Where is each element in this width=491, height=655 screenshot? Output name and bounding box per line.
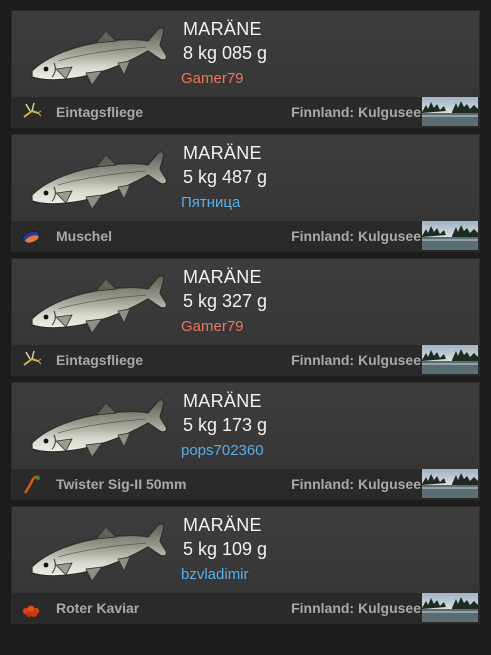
catch-card-main: MARÄNE 5 kg 173 g pops702360 xyxy=(12,383,479,469)
mayfly-icon xyxy=(23,350,42,366)
bait-name: Twister Sig-II 50mm xyxy=(56,476,187,492)
catch-list: MARÄNE 8 kg 085 g Gamer79 Eintagsfliege … xyxy=(0,0,491,655)
bait-name: Muschel xyxy=(56,228,113,244)
player-name[interactable]: bzvladimir xyxy=(181,566,249,583)
catch-card-footer: Roter Kaviar Finnland: Kulgusee xyxy=(12,593,479,623)
fish-name: MARÄNE xyxy=(183,515,262,535)
catch-card[interactable]: MARÄNE 5 kg 327 g Gamer79 Eintagsfliege … xyxy=(11,258,480,376)
fish-name: MARÄNE xyxy=(183,267,262,287)
catch-card[interactable]: MARÄNE 5 kg 173 g pops702360 Twister Sig… xyxy=(11,382,480,500)
location-name: Finnland: Kulgusee xyxy=(291,476,421,492)
fish-name: MARÄNE xyxy=(183,391,262,411)
whitefish-image xyxy=(26,143,174,215)
catch-card-main: MARÄNE 8 kg 085 g Gamer79 xyxy=(12,11,479,97)
location-name: Finnland: Kulgusee xyxy=(291,352,421,368)
fish-name: MARÄNE xyxy=(183,143,262,163)
lake-thumbnail xyxy=(422,593,478,622)
bait-name: Roter Kaviar xyxy=(56,600,140,616)
mayfly-icon xyxy=(23,102,42,118)
bait-name: Eintagsfliege xyxy=(56,104,144,120)
location-name: Finnland: Kulgusee xyxy=(291,600,421,616)
fish-weight: 5 kg 487 g xyxy=(183,167,268,187)
fish-weight: 5 kg 173 g xyxy=(183,415,268,435)
whitefish-image xyxy=(26,267,174,339)
fish-weight: 5 kg 109 g xyxy=(183,539,268,559)
fish-weight: 8 kg 085 g xyxy=(183,43,268,63)
mussel-icon xyxy=(21,230,41,244)
whitefish-image xyxy=(26,19,174,91)
bait-name: Eintagsfliege xyxy=(56,352,144,368)
location-name: Finnland: Kulgusee xyxy=(291,104,421,120)
fish-name: MARÄNE xyxy=(183,19,262,39)
twister-lure-icon xyxy=(23,475,40,494)
player-name[interactable]: Пятница xyxy=(181,194,240,211)
lake-thumbnail xyxy=(422,97,478,126)
lake-thumbnail xyxy=(422,221,478,250)
red-caviar-icon xyxy=(22,605,40,617)
catch-card-footer: Eintagsfliege Finnland: Kulgusee xyxy=(12,345,479,375)
catch-card[interactable]: MARÄNE 5 kg 487 g Пятница Muschel Finnla… xyxy=(11,134,480,252)
location-name: Finnland: Kulgusee xyxy=(291,228,421,244)
fish-weight: 5 kg 327 g xyxy=(183,291,268,311)
catch-card[interactable]: MARÄNE 8 kg 085 g Gamer79 Eintagsfliege … xyxy=(11,10,480,128)
player-name[interactable]: Gamer79 xyxy=(181,318,244,335)
catch-card-main: MARÄNE 5 kg 109 g bzvladimir xyxy=(12,507,479,593)
whitefish-image xyxy=(26,515,174,587)
lake-thumbnail xyxy=(422,345,478,374)
lake-thumbnail xyxy=(422,469,478,498)
catch-card-main: MARÄNE 5 kg 487 g Пятница xyxy=(12,135,479,221)
catch-card-footer: Eintagsfliege Finnland: Kulgusee xyxy=(12,97,479,127)
whitefish-image xyxy=(26,391,174,463)
player-name[interactable]: Gamer79 xyxy=(181,70,244,87)
catch-card-footer: Muschel Finnland: Kulgusee xyxy=(12,221,479,251)
catch-card-footer: Twister Sig-II 50mm Finnland: Kulgusee xyxy=(12,469,479,499)
player-name[interactable]: pops702360 xyxy=(181,442,264,459)
catch-card[interactable]: MARÄNE 5 kg 109 g bzvladimir Roter Kavia… xyxy=(11,506,480,624)
catch-card-main: MARÄNE 5 kg 327 g Gamer79 xyxy=(12,259,479,345)
